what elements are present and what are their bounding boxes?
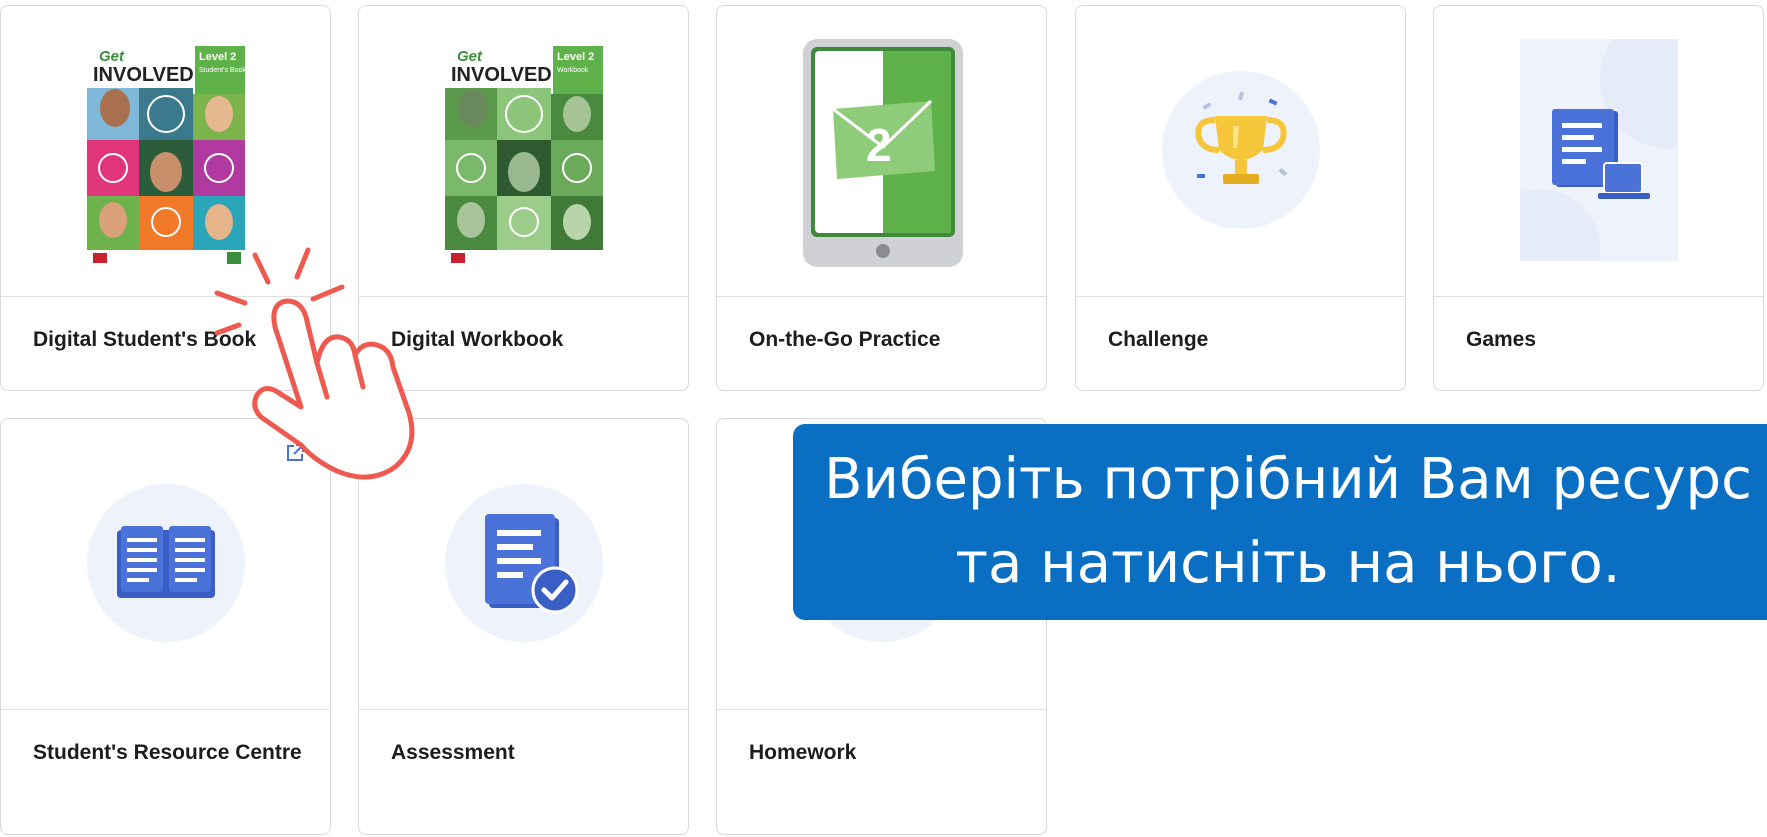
banner-line-2: та натисніть на нього. [955, 531, 1621, 596]
instruction-banner: Виберіть потрібний Вам ресурс та натисні… [793, 424, 1767, 620]
card-label: Homework [749, 741, 857, 764]
cover-brand-top: Get [457, 48, 483, 65]
students-book-cover: Get INVOLVED! Level 2 Student's Book [87, 44, 245, 266]
document-laptop-icon [1552, 109, 1650, 199]
card-on-the-go-practice[interactable]: 2 On-the-Go Practice [716, 5, 1047, 391]
cover-book-type: Student's Book [199, 67, 245, 74]
card-label: Student's Resource Centre [33, 741, 302, 764]
card-students-resource-centre[interactable]: Student's Resource Centre [0, 418, 331, 835]
cover-level: Level 2 [557, 51, 594, 63]
card-thumbnail [1076, 6, 1405, 297]
cover-book-type: Workbook [557, 67, 589, 74]
card-thumbnail [1434, 6, 1763, 297]
card-assessment[interactable]: Assessment [358, 418, 689, 835]
card-label: Digital Workbook [391, 328, 564, 351]
trophy-icon [1195, 91, 1288, 184]
cover-brand-main: INVOLVED! [451, 64, 558, 86]
card-label: Games [1466, 328, 1537, 351]
card-games[interactable]: Games [1433, 5, 1764, 391]
card-label: Challenge [1108, 328, 1209, 351]
open-book-icon [117, 526, 215, 598]
practice-level-badge: 2 [866, 119, 892, 171]
card-thumbnail: 2 [717, 6, 1046, 297]
card-label: On-the-Go Practice [749, 328, 941, 351]
card-label: Assessment [391, 741, 515, 764]
document-check-icon [485, 514, 579, 614]
cover-brand-main: INVOLVED! [93, 64, 200, 86]
cover-brand-top: Get [99, 48, 125, 65]
games-thumbnail-bg [1520, 39, 1678, 261]
cover-level: Level 2 [199, 51, 236, 63]
tablet-icon: 2 [803, 39, 963, 267]
card-challenge[interactable]: Challenge [1075, 5, 1406, 391]
workbook-cover: Get INVOLVED! Level 2 Workbook [445, 44, 603, 266]
pointing-hand-icon [214, 247, 415, 480]
banner-line-1: Виберіть потрібний Вам ресурс [824, 447, 1752, 512]
